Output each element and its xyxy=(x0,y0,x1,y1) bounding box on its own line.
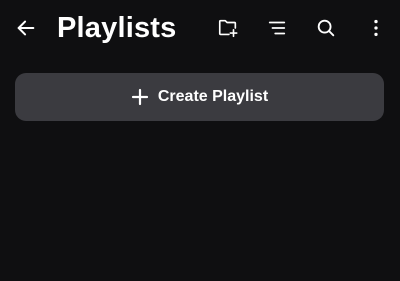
create-playlist-button[interactable]: Create Playlist xyxy=(15,73,384,121)
search-button[interactable] xyxy=(312,14,340,42)
search-icon xyxy=(315,17,337,39)
create-playlist-content: Create Playlist xyxy=(131,88,268,106)
arrow-left-icon xyxy=(15,17,37,39)
page-title: Playlists xyxy=(57,12,177,44)
sort-button[interactable] xyxy=(263,14,291,42)
create-playlist-label: Create Playlist xyxy=(157,88,269,105)
more-options-button[interactable] xyxy=(362,14,390,42)
plus-icon xyxy=(131,88,149,106)
folder-plus-icon xyxy=(217,17,239,39)
more-vertical-icon xyxy=(365,17,387,39)
top-app-bar: Playlists xyxy=(0,0,400,56)
back-button[interactable] xyxy=(12,14,40,42)
sort-lines-icon xyxy=(266,17,288,39)
new-folder-button[interactable] xyxy=(214,14,242,42)
playlists-screen: Playlists Create Playlist xyxy=(0,0,400,281)
